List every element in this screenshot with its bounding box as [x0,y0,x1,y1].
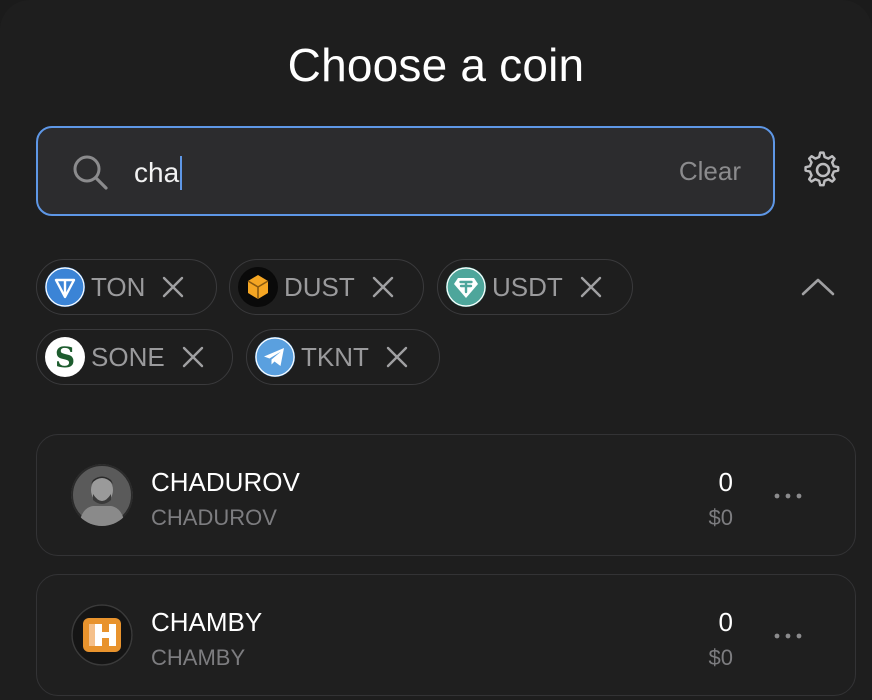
remove-close-icon[interactable] [371,275,395,299]
token-chip-label: DUST [284,271,355,302]
coin-list-item[interactable]: CHADUROV CHADUROV 0 $0 [36,434,856,556]
more-options-icon[interactable] [773,481,803,511]
settings-gear-icon[interactable] [803,150,843,190]
more-options-icon[interactable] [773,621,803,651]
search-input[interactable]: cha [134,154,183,192]
coin-fiat-value: $0 [708,505,733,530]
chamby-logo [71,604,133,666]
coin-symbol: CHADUROV [151,505,277,530]
token-chip-tknt[interactable]: TKNT [246,329,440,385]
remove-close-icon[interactable] [181,345,205,369]
coin-picker-panel: Choose a coin cha Clear TON DUST USDT S … [0,0,872,700]
coin-fiat-value: $0 [708,645,733,670]
token-chip-label: TKNT [301,341,369,372]
usdt-logo-icon [446,267,486,307]
dust-logo-icon [238,267,278,307]
chadurov-avatar [71,464,133,526]
ton-logo-icon [45,267,85,307]
token-chip-ton[interactable]: TON [36,259,217,315]
search-field[interactable]: cha Clear [36,126,775,216]
token-chip-sone[interactable]: S SONE [36,329,233,385]
coin-name: CHADUROV [151,467,300,497]
text-caret [180,156,183,190]
remove-close-icon[interactable] [385,345,409,369]
search-icon [73,155,108,190]
page-title: Choose a coin [287,39,585,91]
svg-text:S: S [55,341,75,374]
chevron-up-icon[interactable] [800,272,836,300]
clear-button[interactable]: Clear [679,156,741,187]
token-chip-label: SONE [91,341,165,372]
remove-close-icon[interactable] [161,275,185,299]
token-chip-label: USDT [492,271,563,302]
token-chip-label: TON [91,271,146,302]
coin-name: CHAMBY [151,607,263,637]
token-chip-dust[interactable]: DUST [229,259,424,315]
telegram-logo-icon [255,337,295,377]
coin-balance: 0 [718,607,733,637]
search-input-value: cha [134,157,180,188]
remove-close-icon[interactable] [579,275,603,299]
coin-balance: 0 [718,467,733,497]
coin-list-item[interactable]: CHAMBY CHAMBY 0 $0 [36,574,856,696]
coin-symbol: CHAMBY [151,645,246,670]
sone-logo-icon: S [45,337,85,377]
token-chip-usdt[interactable]: USDT [437,259,633,315]
